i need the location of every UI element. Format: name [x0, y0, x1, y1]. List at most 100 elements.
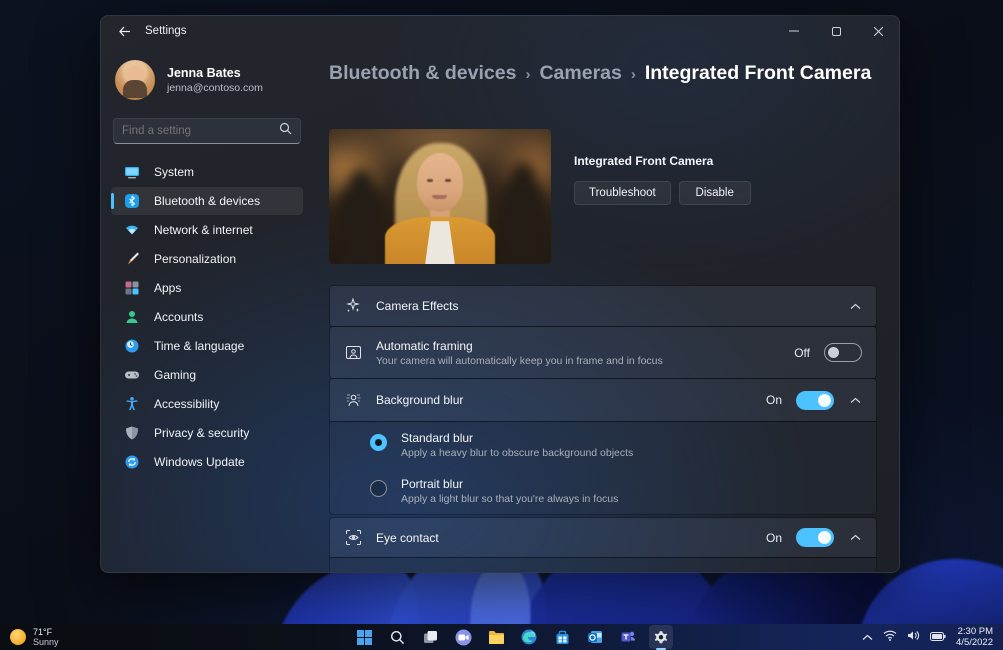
search-box[interactable]	[113, 118, 301, 144]
woman-face	[417, 153, 463, 211]
windows-update-icon	[123, 454, 140, 471]
automatic-framing-description: Your camera will automatically keep you …	[376, 355, 663, 367]
time-language-icon	[123, 338, 140, 355]
device-name: Integrated Front Camera	[574, 154, 751, 168]
sidebar-item-label: Time & language	[154, 339, 244, 353]
automatic-framing-icon	[344, 344, 362, 362]
volume-tray-icon[interactable]	[907, 628, 920, 646]
clock-widget[interactable]: 2:30 PM 4/5/2022	[956, 626, 993, 648]
microsoft-store-icon[interactable]	[550, 625, 574, 649]
task-view-icon[interactable]	[418, 625, 442, 649]
weather-temperature: 71°F	[33, 627, 59, 637]
maximize-button[interactable]	[815, 16, 857, 46]
eye-contact-standard-label: Standard	[401, 570, 756, 573]
file-explorer-icon[interactable]	[484, 625, 508, 649]
troubleshoot-button[interactable]: Troubleshoot	[574, 181, 671, 205]
automatic-framing-toggle[interactable]	[824, 343, 862, 362]
sidebar-item-time-language[interactable]: Time & language	[111, 332, 303, 360]
automatic-framing-state: Off	[794, 346, 810, 360]
background-blur-toggle[interactable]	[796, 391, 834, 410]
camera-effects-title: Camera Effects	[376, 299, 458, 313]
automatic-framing-card: Automatic framing Your camera will autom…	[329, 326, 877, 379]
start-button[interactable]	[352, 625, 376, 649]
user-name: Jenna Bates	[167, 66, 263, 80]
network-icon	[123, 222, 140, 239]
camera-preview	[329, 129, 551, 264]
user-profile[interactable]: Jenna Bates jenna@contoso.com	[111, 54, 303, 110]
sidebar-item-system[interactable]: System	[111, 158, 303, 186]
outlook-icon[interactable]	[583, 625, 607, 649]
sidebar-item-personalization[interactable]: Personalization	[111, 245, 303, 273]
sidebar-item-accessibility[interactable]: Accessibility	[111, 390, 303, 418]
accounts-icon	[123, 309, 140, 326]
portrait-blur-radio[interactable]	[370, 480, 387, 497]
desktop: Settings Jenna Bates jenna@contoso.com	[0, 0, 1003, 650]
chat-icon[interactable]	[451, 625, 475, 649]
breadcrumb-separator: ›	[631, 66, 636, 83]
chevron-up-icon[interactable]	[848, 531, 862, 545]
eye-contact-toggle[interactable]	[796, 528, 834, 547]
background-blur-options: Standard blur Apply a heavy blur to obsc…	[330, 422, 876, 514]
gaming-icon	[123, 367, 140, 384]
camera-effects-card: Camera Effects	[329, 285, 877, 327]
settings-window: Settings Jenna Bates jenna@contoso.com	[100, 15, 900, 573]
teams-icon[interactable]	[616, 625, 640, 649]
search-icon[interactable]	[279, 122, 292, 140]
background-person-silhouette	[335, 184, 387, 264]
page-title: Integrated Front Camera	[645, 62, 871, 85]
sidebar-item-privacy-security[interactable]: Privacy & security	[111, 419, 303, 447]
sunny-weather-icon	[10, 629, 26, 645]
automatic-framing-row[interactable]: Automatic framing Your camera will autom…	[330, 327, 876, 378]
hidden-icons-chevron[interactable]	[862, 628, 873, 646]
eye-contact-icon	[344, 529, 362, 547]
sidebar-item-apps[interactable]: Apps	[111, 274, 303, 302]
taskbar-app-icons	[352, 625, 673, 649]
privacy-security-icon	[123, 425, 140, 442]
sidebar-item-label: System	[154, 165, 194, 179]
standard-blur-option[interactable]: Standard blur Apply a heavy blur to obsc…	[330, 422, 876, 468]
portrait-blur-option[interactable]: Portrait blur Apply a light blur so that…	[330, 468, 876, 514]
search-taskbar-icon[interactable]	[385, 625, 409, 649]
wifi-tray-icon[interactable]	[883, 628, 897, 646]
close-button[interactable]	[857, 16, 899, 46]
sidebar-item-bluetooth-devices[interactable]: Bluetooth & devices	[111, 187, 303, 215]
camera-effects-icon	[344, 297, 362, 315]
standard-blur-radio[interactable]	[370, 434, 387, 451]
battery-tray-icon[interactable]	[930, 628, 946, 646]
minimize-button[interactable]	[773, 16, 815, 46]
window-title: Settings	[145, 25, 187, 37]
personalization-icon	[123, 251, 140, 268]
breadcrumb: Bluetooth & devices › Cameras › Integrat…	[329, 62, 877, 85]
titlebar: Settings	[101, 16, 899, 46]
sidebar-item-label: Network & internet	[154, 223, 253, 237]
system-icon	[123, 164, 140, 181]
sidebar-item-accounts[interactable]: Accounts	[111, 303, 303, 331]
search-input[interactable]	[122, 125, 279, 137]
bluetooth-icon	[123, 193, 140, 210]
tray-date: 4/5/2022	[956, 637, 993, 648]
breadcrumb-bluetooth-devices[interactable]: Bluetooth & devices	[329, 62, 516, 85]
chevron-up-icon[interactable]	[848, 299, 862, 313]
back-button[interactable]	[109, 20, 139, 42]
sidebar-item-network-internet[interactable]: Network & internet	[111, 216, 303, 244]
sidebar-item-gaming[interactable]: Gaming	[111, 361, 303, 389]
chevron-up-icon[interactable]	[848, 393, 862, 407]
eye-contact-header[interactable]: Eye contact On	[330, 518, 876, 557]
caption-buttons	[773, 16, 899, 46]
settings-taskbar-icon[interactable]	[649, 625, 673, 649]
background-person-silhouette	[497, 177, 547, 264]
breadcrumb-cameras[interactable]: Cameras	[539, 62, 621, 85]
sidebar-item-label: Privacy & security	[154, 426, 249, 440]
disable-button[interactable]: Disable	[679, 181, 751, 205]
eye-contact-standard-option[interactable]: Standard Make eye contact even when you'…	[330, 558, 876, 573]
taskbar-weather-widget[interactable]: 71°F Sunny	[0, 627, 59, 647]
sidebar-item-windows-update[interactable]: Windows Update	[111, 448, 303, 476]
sidebar-item-label: Gaming	[154, 368, 196, 382]
standard-blur-description: Apply a heavy blur to obscure background…	[401, 447, 633, 459]
edge-browser-icon[interactable]	[517, 625, 541, 649]
eye-contact-state: On	[766, 531, 782, 545]
background-blur-header[interactable]: Background blur On	[330, 379, 876, 421]
camera-effects-header[interactable]: Camera Effects	[330, 286, 876, 326]
accessibility-icon	[123, 396, 140, 413]
portrait-blur-label: Portrait blur	[401, 477, 618, 491]
